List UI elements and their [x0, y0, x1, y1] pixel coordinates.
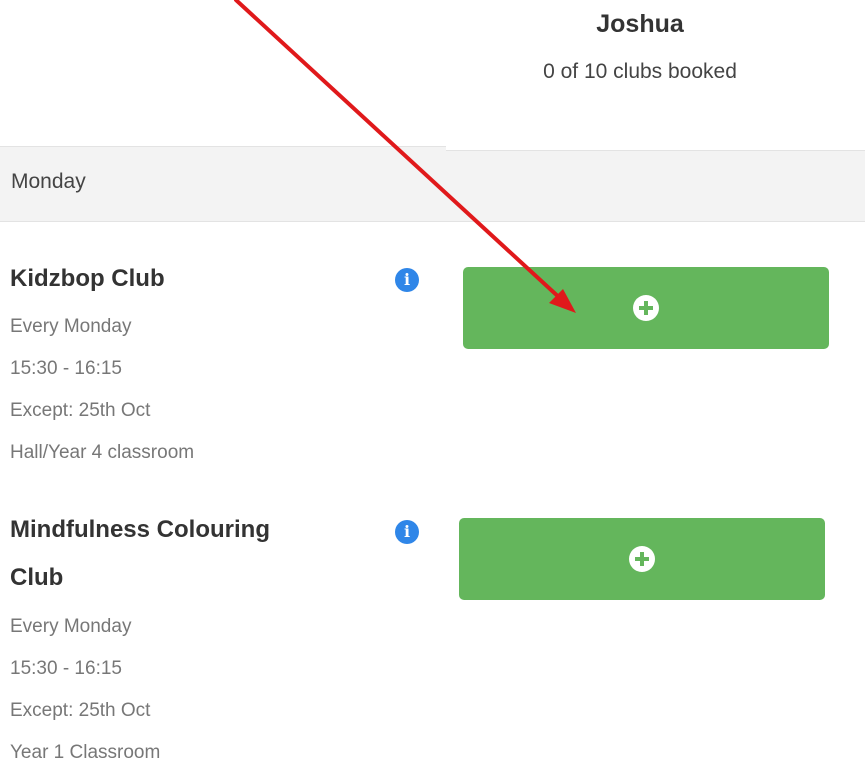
day-label: Monday: [11, 170, 86, 193]
book-club-button[interactable]: [459, 518, 825, 600]
club-time: 15:30 - 16:15: [10, 658, 122, 679]
child-name: Joshua: [596, 10, 684, 38]
plus-circle-icon: [629, 546, 655, 572]
info-icon[interactable]: i: [395, 268, 419, 292]
club-frequency: Every Monday: [10, 616, 132, 637]
club-frequency: Every Monday: [10, 316, 132, 337]
day-header-column: [446, 150, 865, 222]
club-title: Mindfulness Colouring: [10, 516, 270, 543]
club-exception: Except: 25th Oct: [10, 700, 151, 721]
info-icon[interactable]: i: [395, 520, 419, 544]
club-title-continued: Club: [10, 564, 64, 591]
club-location: Hall/Year 4 classroom: [10, 442, 195, 463]
book-club-button[interactable]: [463, 267, 829, 349]
club-time: 15:30 - 16:15: [10, 358, 122, 379]
annotation-arrow: [234, 0, 576, 313]
plus-circle-icon: [633, 295, 659, 321]
club-exception: Except: 25th Oct: [10, 400, 151, 421]
club-location: Year 1 Classroom: [10, 742, 161, 763]
booked-count: 0 of 10 clubs booked: [543, 60, 737, 83]
club-title: Kidzbop Club: [10, 265, 165, 292]
